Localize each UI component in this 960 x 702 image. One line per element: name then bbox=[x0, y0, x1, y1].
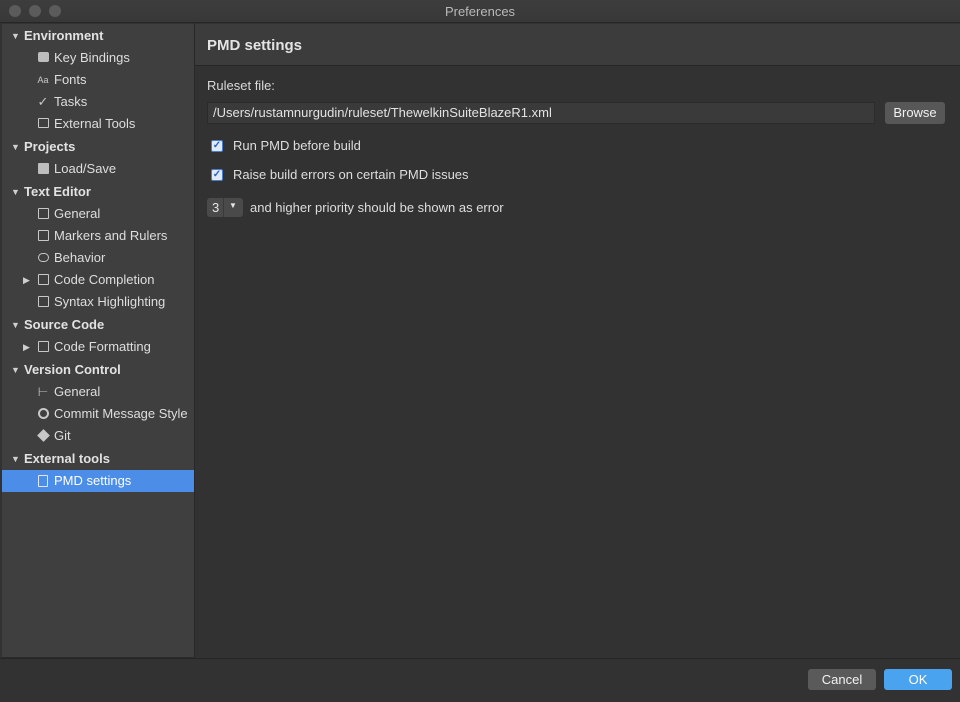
sidebar-item-markers-and-rulers[interactable]: Markers and Rulers bbox=[2, 225, 194, 247]
disclosure-expanded-icon[interactable]: ▼ bbox=[11, 25, 20, 47]
badge-check-icon bbox=[36, 407, 50, 421]
ruleset-path-field[interactable]: /Users/rustamnurgudin/ruleset/ThewelkinS… bbox=[207, 102, 875, 124]
sidebar-item-pmd-settings[interactable]: PMD settings bbox=[2, 470, 194, 492]
page-title: PMD settings bbox=[207, 37, 303, 54]
sidebar-item-code-formatting[interactable]: ▶ Code Formatting bbox=[2, 336, 194, 358]
sidebar-item-syntax-highlighting[interactable]: Syntax Highlighting bbox=[2, 291, 194, 313]
group-text-editor[interactable]: ▼ Text Editor bbox=[2, 181, 194, 203]
pencil-icon bbox=[36, 207, 50, 221]
disclosure-expanded-icon[interactable]: ▼ bbox=[11, 181, 20, 203]
format-icon bbox=[36, 340, 50, 354]
brain-icon bbox=[36, 251, 50, 265]
highlight-icon bbox=[36, 295, 50, 309]
sidebar-item-code-completion[interactable]: ▶ Code Completion bbox=[2, 269, 194, 291]
disclosure-expanded-icon[interactable]: ▼ bbox=[11, 136, 20, 158]
checkmark-icon: ✓ bbox=[37, 94, 49, 109]
sidebar-item-load-save[interactable]: Load/Save bbox=[2, 158, 194, 180]
raise-errors-checkbox[interactable]: ✓ bbox=[211, 169, 223, 181]
cancel-button[interactable]: Cancel bbox=[808, 669, 876, 690]
disclosure-collapsed-icon[interactable]: ▶ bbox=[23, 336, 30, 358]
sidebar-item-external-tools[interactable]: External Tools bbox=[2, 113, 194, 135]
git-icon bbox=[36, 429, 50, 443]
sidebar-item-behavior[interactable]: Behavior bbox=[2, 247, 194, 269]
sidebar-item-git[interactable]: Git bbox=[2, 425, 194, 447]
sidebar-item-version-control-general[interactable]: ⊢ General bbox=[2, 381, 194, 403]
sidebar-item-key-bindings[interactable]: Key Bindings bbox=[2, 47, 194, 69]
group-source-code[interactable]: ▼ Source Code bbox=[2, 314, 194, 336]
group-environment[interactable]: ▼ Environment bbox=[2, 25, 194, 47]
run-pmd-checkbox[interactable]: ✓ bbox=[211, 140, 223, 152]
browse-button[interactable]: Browse bbox=[885, 102, 945, 124]
sidebar-item-fonts[interactable]: Aa Fonts bbox=[2, 69, 194, 91]
footer-divider bbox=[0, 658, 960, 659]
pmd-settings-panel: Ruleset file: /Users/rustamnurgudin/rule… bbox=[195, 66, 960, 658]
document-icon bbox=[36, 474, 50, 488]
disclosure-expanded-icon[interactable]: ▼ bbox=[11, 448, 20, 470]
list-icon bbox=[36, 273, 50, 287]
sidebar-item-commit-message-style[interactable]: Commit Message Style bbox=[2, 403, 194, 425]
preferences-sidebar: ▼ Environment Key Bindings Aa Fonts ✓ Ta… bbox=[2, 24, 194, 658]
grid-icon bbox=[36, 229, 50, 243]
fonts-icon: Aa bbox=[37, 75, 49, 85]
ruleset-file-label: Ruleset file: bbox=[207, 78, 275, 93]
disclosure-collapsed-icon[interactable]: ▶ bbox=[23, 269, 30, 291]
book-icon bbox=[36, 162, 50, 176]
priority-value: 3 bbox=[212, 200, 220, 215]
disclosure-expanded-icon[interactable]: ▼ bbox=[11, 359, 20, 381]
priority-description: and higher priority should be shown as e… bbox=[250, 200, 504, 215]
sidebar-item-text-editor-general[interactable]: General bbox=[2, 203, 194, 225]
window-title: Preferences bbox=[444, 4, 516, 19]
group-external-tools[interactable]: ▼ External tools bbox=[2, 448, 194, 470]
group-projects[interactable]: ▼ Projects bbox=[2, 136, 194, 158]
keyboard-icon bbox=[36, 51, 50, 65]
title-bar[interactable]: Preferences bbox=[0, 0, 960, 23]
priority-select[interactable]: 3 ▼ bbox=[207, 198, 243, 217]
terminal-icon bbox=[36, 117, 50, 131]
ok-button[interactable]: OK bbox=[884, 669, 952, 690]
branch-icon: ⊢ bbox=[37, 385, 49, 399]
panel-header: PMD settings bbox=[195, 24, 960, 66]
disclosure-expanded-icon[interactable]: ▼ bbox=[11, 314, 20, 336]
group-version-control[interactable]: ▼ Version Control bbox=[2, 359, 194, 381]
chevron-down-icon: ▼ bbox=[229, 201, 237, 210]
sidebar-item-tasks[interactable]: ✓ Tasks bbox=[2, 91, 194, 113]
